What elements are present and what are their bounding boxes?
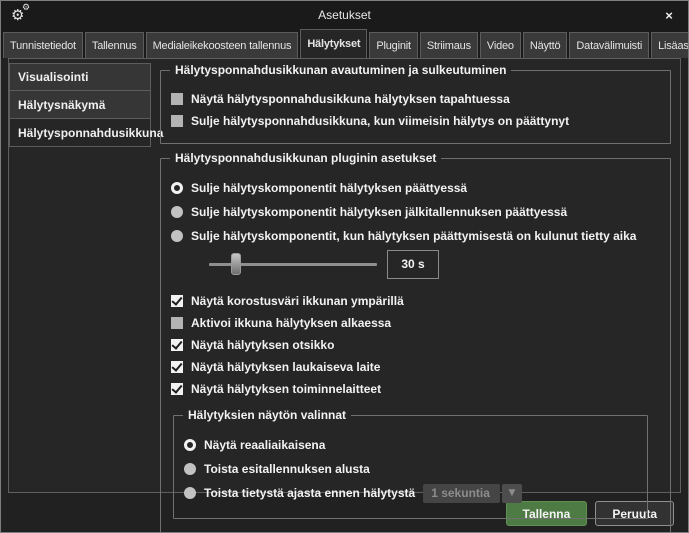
tab-datavalimuisti[interactable]: Datavälimuisti bbox=[569, 32, 649, 58]
radio-button[interactable] bbox=[184, 463, 196, 475]
close-icon[interactable]: × bbox=[660, 6, 678, 24]
delay-value-field[interactable]: 30 s bbox=[387, 250, 439, 279]
radio-row-close-after-delay[interactable]: Sulje hälytyskomponentit, kun hälytyksen… bbox=[171, 225, 660, 247]
radio-button[interactable] bbox=[171, 230, 183, 242]
checkbox-label: Näytä korostusväri ikkunan ympärillä bbox=[191, 294, 404, 308]
group-title: Hälytysponnahdusikkunan avautuminen ja s… bbox=[170, 63, 511, 77]
radio-button[interactable] bbox=[171, 206, 183, 218]
checkbox-label: Näytä hälytyksen laukaiseva laite bbox=[191, 360, 380, 374]
popup-plugin-settings-group: Hälytysponnahdusikkunan pluginin asetuks… bbox=[160, 158, 671, 533]
title-bar: ⚙ ⚙ Asetukset × bbox=[1, 1, 688, 29]
tab-pluginit[interactable]: Pluginit bbox=[369, 32, 417, 58]
radio-label: Toista esitallennuksen alusta bbox=[204, 462, 370, 476]
radio-button[interactable] bbox=[184, 439, 196, 451]
checkbox-row-show-action-devices[interactable]: Näytä hälytyksen toiminnelaitteet bbox=[171, 379, 660, 399]
time-before-dropdown[interactable]: 1 sekuntia ▼ bbox=[423, 484, 522, 503]
tab-lisaasetukset[interactable]: Lisäasetukset bbox=[651, 32, 689, 58]
tab-video[interactable]: Video bbox=[480, 32, 521, 58]
tab-naytto[interactable]: Näyttö bbox=[523, 32, 568, 58]
radio-button[interactable] bbox=[171, 182, 183, 194]
radio-label: Sulje hälytyskomponentit hälytyksen jälk… bbox=[191, 205, 567, 219]
dropdown-value: 1 sekuntia bbox=[423, 484, 500, 503]
popup-open-close-group: Hälytysponnahdusikkunan avautuminen ja s… bbox=[160, 70, 671, 144]
sidebar-item-halytysnakyma[interactable]: Hälytysnäkymä bbox=[9, 91, 151, 119]
radio-row-close-after-post-recording[interactable]: Sulje hälytyskomponentit hälytyksen jälk… bbox=[171, 201, 660, 223]
sidebar-item-visualisointi[interactable]: Visualisointi bbox=[9, 63, 151, 91]
checkbox[interactable] bbox=[171, 317, 183, 329]
checkbox[interactable] bbox=[171, 361, 183, 373]
radio-row-close-on-alarm-end[interactable]: Sulje hälytyskomponentit hälytyksen päät… bbox=[171, 177, 660, 199]
tab-medialeikekoosteen-tallennus[interactable]: Medialeikekoosteen tallennus bbox=[146, 32, 299, 58]
checkbox-label: Sulje hälytysponnahdusikkuna, kun viimei… bbox=[191, 114, 569, 128]
delay-slider-row: 30 s bbox=[209, 249, 660, 279]
tab-striimaus[interactable]: Striimaus bbox=[420, 32, 478, 58]
tab-halytykset[interactable]: Hälytykset bbox=[300, 29, 367, 58]
checkbox-label: Näytä hälytyksen toiminnelaitteet bbox=[191, 382, 381, 396]
tab-bar: Tunnistetiedot Tallennus Medialeikekoost… bbox=[1, 29, 688, 58]
delay-slider[interactable] bbox=[209, 252, 377, 276]
sidebar: Visualisointi Hälytysnäkymä Hälytysponna… bbox=[9, 59, 151, 492]
alarm-display-options-group: Hälytyksien näytön valinnat Näytä reaali… bbox=[173, 415, 648, 519]
radio-row-show-realtime[interactable]: Näytä reaaliaikaisena bbox=[184, 434, 637, 456]
tab-tunnistetiedot[interactable]: Tunnistetiedot bbox=[3, 32, 83, 58]
settings-dialog: ⚙ ⚙ Asetukset × Tunnistetiedot Tallennus… bbox=[0, 0, 689, 533]
checkbox-row-close-popup[interactable]: Sulje hälytysponnahdusikkuna, kun viimei… bbox=[171, 111, 660, 131]
checkbox-label: Näytä hälytysponnahdusikkuna hälytyksen … bbox=[191, 92, 510, 106]
checkbox-label: Näytä hälytyksen otsikko bbox=[191, 338, 334, 352]
settings-main: Hälytysponnahdusikkunan avautuminen ja s… bbox=[151, 59, 680, 492]
checkbox[interactable] bbox=[171, 115, 183, 127]
radio-label: Sulje hälytyskomponentit, kun hälytyksen… bbox=[191, 229, 636, 243]
checkbox-row-show-popup[interactable]: Näytä hälytysponnahdusikkuna hälytyksen … bbox=[171, 89, 660, 109]
radio-label: Sulje hälytyskomponentit hälytyksen päät… bbox=[191, 181, 467, 195]
chevron-down-icon[interactable]: ▼ bbox=[502, 484, 522, 503]
radio-button[interactable] bbox=[184, 487, 196, 499]
checkbox[interactable] bbox=[171, 295, 183, 307]
tab-content-panel: Visualisointi Hälytysnäkymä Hälytysponna… bbox=[8, 58, 681, 493]
radio-label: Toista tietystä ajasta ennen hälytystä bbox=[204, 486, 415, 500]
checkbox[interactable] bbox=[171, 383, 183, 395]
checkbox-row-show-alarm-title[interactable]: Näytä hälytyksen otsikko bbox=[171, 335, 660, 355]
checkbox[interactable] bbox=[171, 93, 183, 105]
checkbox-row-show-trigger-device[interactable]: Näytä hälytyksen laukaiseva laite bbox=[171, 357, 660, 377]
radio-row-play-from-prerecording[interactable]: Toista esitallennuksen alusta bbox=[184, 458, 637, 480]
radio-label: Näytä reaaliaikaisena bbox=[204, 438, 325, 452]
radio-row-play-from-time-before[interactable]: Toista tietystä ajasta ennen hälytystä 1… bbox=[184, 482, 637, 504]
sidebar-item-halytysponnahdusikkuna[interactable]: Hälytysponnahdusikkuna bbox=[9, 119, 151, 147]
checkbox-row-activate-window[interactable]: Aktivoi ikkuna hälytyksen alkaessa bbox=[171, 313, 660, 333]
tab-tallennus[interactable]: Tallennus bbox=[85, 32, 144, 58]
window-title: Asetukset bbox=[1, 8, 688, 22]
checkbox-label: Aktivoi ikkuna hälytyksen alkaessa bbox=[191, 316, 391, 330]
checkbox[interactable] bbox=[171, 339, 183, 351]
slider-handle[interactable] bbox=[231, 253, 241, 275]
popup-option-checkboxes: Näytä korostusväri ikkunan ympärillä Akt… bbox=[171, 291, 660, 399]
group-title: Hälytysponnahdusikkunan pluginin asetuks… bbox=[170, 151, 441, 165]
checkbox-row-highlight-color[interactable]: Näytä korostusväri ikkunan ympärillä bbox=[171, 291, 660, 311]
group-title: Hälytyksien näytön valinnat bbox=[183, 408, 351, 422]
